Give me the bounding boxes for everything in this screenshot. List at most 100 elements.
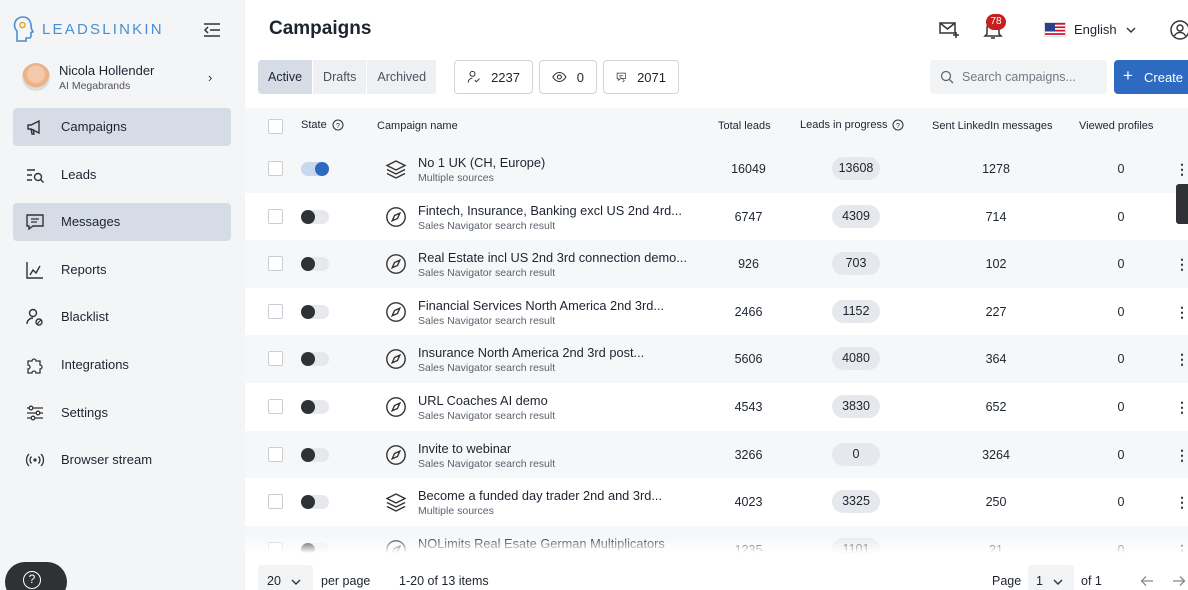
user-account-icon[interactable] (1169, 19, 1188, 41)
campaign-name[interactable]: Insurance North America 2nd 3rd post... (418, 345, 644, 360)
pagination-footer: 20 per page 1-20 of 13 items Page 1 of 1 (245, 556, 1188, 590)
arrow-left-icon[interactable] (1140, 575, 1154, 587)
language-selector[interactable]: English (1044, 22, 1137, 37)
column-total-leads[interactable]: Total leads (718, 120, 771, 132)
column-leads-in-progress[interactable]: Leads in progress ? (800, 119, 905, 131)
help-circle-icon: ? (892, 119, 905, 131)
brand-logo[interactable]: LEADSLINKIN (12, 14, 164, 44)
state-toggle[interactable] (301, 257, 329, 272)
chevron-down-icon (291, 579, 301, 585)
page-select[interactable]: 1 (1028, 565, 1074, 590)
sidebar-item-campaigns[interactable]: Campaigns (13, 108, 231, 146)
mail-add-icon[interactable] (938, 18, 960, 40)
table-row[interactable]: URL Coaches AI demo Sales Navigator searc… (245, 383, 1188, 431)
row-checkbox[interactable] (268, 399, 283, 414)
compass-icon (386, 301, 406, 322)
table-row[interactable]: Real Estate incl US 2nd 3rd connection d… (245, 240, 1188, 288)
row-checkbox[interactable] (268, 351, 283, 367)
total-leads: 3266 (734, 447, 763, 462)
row-checkbox[interactable] (268, 446, 283, 462)
campaign-name[interactable]: Real Estate incl US 2nd 3rd connection d… (418, 250, 687, 265)
table-header: State ? Campaign name Total leads Leads … (245, 108, 1188, 145)
campaign-name[interactable]: No 1 UK (CH, Europe) (418, 155, 545, 170)
sidebar-item-browser-stream[interactable]: Browser stream (13, 441, 231, 479)
column-state[interactable]: State ? (301, 119, 344, 131)
table-row[interactable]: Financial Services North America 2nd 3rd… (245, 288, 1188, 336)
per-page-select[interactable]: 20 (258, 565, 313, 590)
feedback-side-tab[interactable] (1176, 184, 1188, 224)
broadcast-icon (25, 453, 45, 467)
help-button[interactable]: ? (5, 562, 67, 590)
tab-archived[interactable]: Archived (367, 60, 438, 94)
select-all-checkbox[interactable] (268, 119, 283, 134)
sidebar-item-blacklist[interactable]: Blacklist (13, 298, 231, 336)
state-toggle[interactable] (301, 400, 329, 414)
sidebar-item-reports[interactable]: Reports (13, 251, 231, 289)
leads-search-icon (27, 169, 44, 183)
leads-count: 2237 (491, 69, 520, 85)
leads-in-progress-pill: 3830 (832, 395, 880, 418)
campaign-name[interactable]: Financial Services North America 2nd 3rd… (418, 298, 664, 313)
user-profile[interactable]: Nicola Hollender AI Megabrands › (20, 58, 225, 96)
state-toggle[interactable] (301, 352, 329, 367)
table-row[interactable]: No 1 UK (CH, Europe) Multiple sources 1604… (245, 145, 1188, 193)
eye-icon (552, 71, 567, 83)
leads-in-progress-pill: 3325 (832, 490, 880, 514)
toggle-knob (301, 495, 315, 510)
viewed-profiles: 0 (1117, 162, 1125, 176)
campaign-name[interactable]: Become a funded day trader 2nd and 3rd..… (418, 488, 662, 503)
table-row[interactable]: Become a funded day trader 2nd and 3rd..… (245, 478, 1188, 526)
messages-stat[interactable]: 2071 (603, 60, 679, 94)
scroll-fade (245, 536, 1188, 556)
row-checkbox[interactable] (268, 303, 283, 319)
sidebar-item-leads[interactable]: Leads (13, 156, 231, 194)
more-options-icon[interactable]: ⋮ (1175, 351, 1188, 368)
state-toggle[interactable] (301, 304, 329, 319)
state-toggle[interactable] (301, 209, 329, 224)
search-input[interactable] (962, 60, 1102, 94)
collapse-sidebar-icon[interactable] (202, 20, 222, 40)
column-campaign-name[interactable]: Campaign name (377, 120, 458, 132)
row-checkbox[interactable] (268, 256, 283, 272)
more-options-icon[interactable]: ⋮ (1175, 304, 1188, 321)
campaign-source: Multiple sources (418, 505, 494, 518)
views-stat[interactable]: 0 (539, 60, 597, 94)
tab-drafts[interactable]: Drafts (313, 60, 368, 94)
row-checkbox[interactable] (268, 494, 283, 510)
help-circle-icon: ? (332, 119, 344, 131)
tab-active[interactable]: Active (258, 60, 314, 94)
total-leads: 4023 (734, 495, 763, 510)
sidebar-item-messages[interactable]: Messages (13, 203, 231, 241)
more-options-icon[interactable]: ⋮ (1175, 447, 1188, 464)
column-sent-messages[interactable]: Sent LinkedIn messages (932, 120, 1052, 132)
sidebar-item-integrations[interactable]: Integrations (13, 346, 231, 384)
more-options-icon[interactable]: ⋮ (1175, 399, 1188, 416)
campaign-name[interactable]: Invite to webinar (418, 441, 511, 456)
sidebar-item-settings[interactable]: Settings (13, 394, 231, 432)
more-options-icon[interactable]: ⋮ (1175, 494, 1188, 511)
state-toggle[interactable] (301, 495, 329, 510)
state-toggle[interactable] (301, 447, 329, 462)
per-page-label: per page (321, 574, 371, 588)
table-row[interactable]: Insurance North America 2nd 3rd post... S… (245, 335, 1188, 383)
row-checkbox[interactable] (268, 161, 283, 176)
arrow-right-icon[interactable] (1172, 575, 1186, 587)
sent-messages: 227 (985, 304, 1007, 319)
search-box (930, 60, 1107, 94)
leads-in-progress-pill: 1152 (832, 299, 880, 323)
leads-stat[interactable]: 2237 (454, 60, 533, 94)
more-options-icon[interactable]: ⋮ (1175, 161, 1188, 178)
create-campaign-button[interactable]: + Create (1114, 60, 1188, 94)
column-viewed-profiles[interactable]: Viewed profiles (1079, 120, 1153, 132)
campaign-name[interactable]: URL Coaches AI demo (418, 393, 548, 408)
more-options-icon[interactable]: ⋮ (1175, 256, 1188, 273)
state-toggle[interactable] (301, 162, 329, 176)
sent-messages: 714 (985, 209, 1007, 224)
viewed-profiles: 0 (1117, 495, 1125, 510)
row-checkbox[interactable] (268, 208, 283, 224)
table-row[interactable]: Fintech, Insurance, Banking excl US 2nd … (245, 193, 1188, 241)
sidebar-item-label: Browser stream (61, 452, 153, 467)
table-row[interactable]: Invite to webinar Sales Navigator search … (245, 430, 1188, 479)
user-check-icon (467, 70, 480, 83)
campaign-name[interactable]: Fintech, Insurance, Banking excl US 2nd … (418, 203, 682, 218)
